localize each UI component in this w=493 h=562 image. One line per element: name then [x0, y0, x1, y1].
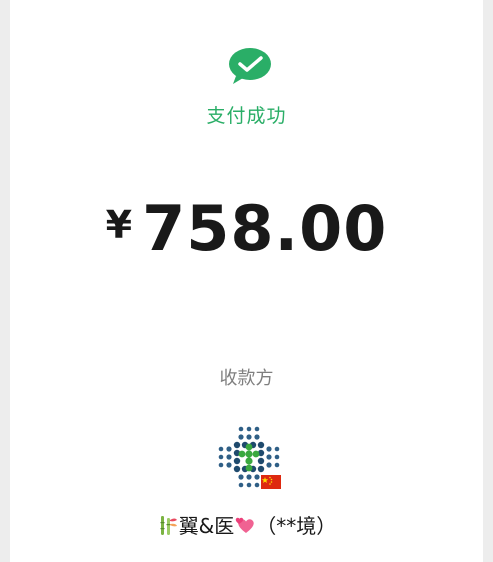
payee-label: 收款方 — [219, 368, 274, 389]
pharmacy-cross-logo-icon — [218, 426, 281, 489]
payment-amount: ¥758.00 — [10, 192, 483, 265]
payment-success-page: 支付成功 ¥758.00 收款方 翼&医 （**境） — [10, 0, 483, 562]
payee-avatar[interactable] — [215, 423, 283, 491]
currency-symbol: ¥ — [105, 203, 133, 247]
amount-value: 758.00 — [142, 192, 388, 265]
china-flag-icon — [261, 475, 281, 489]
payee-name: 翼&医 （**境） — [10, 510, 483, 539]
bamboo-emoji-icon — [160, 515, 177, 535]
payment-status-text: 支付成功 — [206, 105, 287, 127]
wechat-pay-check-icon — [229, 48, 271, 84]
two-hearts-emoji-icon — [236, 517, 255, 533]
payee-masked-name: （**境） — [256, 514, 337, 538]
payee-name-text: 翼&医 — [178, 514, 235, 538]
